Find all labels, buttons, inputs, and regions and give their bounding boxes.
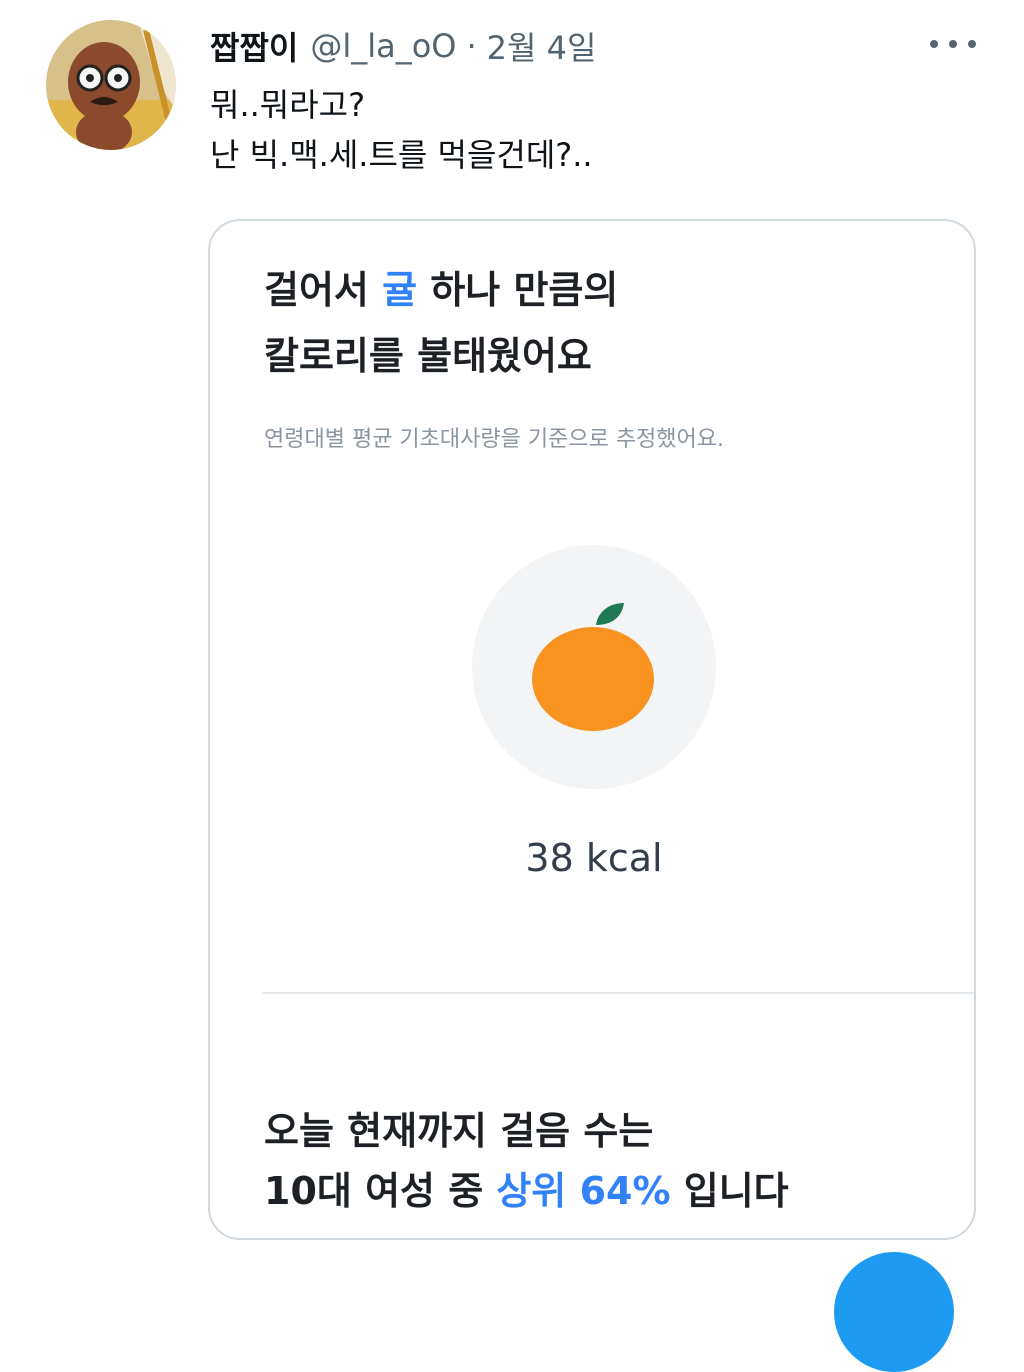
tweet-line: 난 빅.맥.세.트를 먹을건데?..: [210, 136, 593, 174]
more-dot: [949, 40, 957, 48]
separator-dot: ·: [466, 27, 477, 65]
calorie-value: 38 kcal: [525, 836, 663, 880]
headline-text: 걸어서: [264, 268, 383, 312]
tweet-header: 짭짭이 @l_la_oO · 2월 4일: [210, 22, 596, 70]
card-divider: [262, 992, 974, 994]
card-headline: 걸어서 귤 하나 만큼의 칼로리를 불태웠어요: [264, 257, 618, 389]
tweet-date[interactable]: 2월 4일: [487, 23, 597, 69]
tweet-text: 뭐..뭐라고? 난 빅.맥.세.트를 먹을건데?..: [210, 80, 593, 180]
attached-image-card[interactable]: 걸어서 귤 하나 만큼의 칼로리를 불태웠어요 연령대별 평균 기초대사량을 기…: [208, 219, 976, 1240]
tangerine-icon: [532, 603, 654, 731]
ranking-line-2: 10대 여성 중 상위 64% 입니다: [264, 1161, 789, 1221]
fruit-illustration: [472, 545, 716, 789]
ranking-line-1: 오늘 현재까지 걸음 수는: [264, 1109, 654, 1153]
user-handle[interactable]: @l_la_oO: [310, 27, 456, 65]
more-dot: [930, 40, 938, 48]
tweet-line: 뭐..뭐라고?: [210, 86, 366, 124]
ranking-accent: 상위 64%: [496, 1169, 671, 1213]
headline-line-2: 칼로리를 불태웠어요: [264, 334, 592, 378]
ranking-text: 10대 여성 중: [264, 1169, 497, 1213]
avatar-image: [46, 20, 176, 150]
headline-accent: 귤: [382, 268, 418, 312]
headline-line-1: 걸어서 귤 하나 만큼의: [264, 257, 618, 323]
display-name[interactable]: 짭짭이: [210, 23, 298, 69]
more-horizontal-icon[interactable]: [930, 34, 976, 54]
avatar[interactable]: [46, 20, 176, 150]
compose-button[interactable]: [834, 1252, 954, 1372]
step-ranking-text: 오늘 현재까지 걸음 수는 10대 여성 중 상위 64% 입니다: [264, 1101, 789, 1221]
ranking-text: 입니다: [670, 1169, 789, 1213]
more-dot: [968, 40, 976, 48]
headline-text: 하나 만큼의: [417, 268, 619, 312]
card-subtext: 연령대별 평균 기초대사량을 기준으로 추정했어요.: [264, 427, 725, 452]
